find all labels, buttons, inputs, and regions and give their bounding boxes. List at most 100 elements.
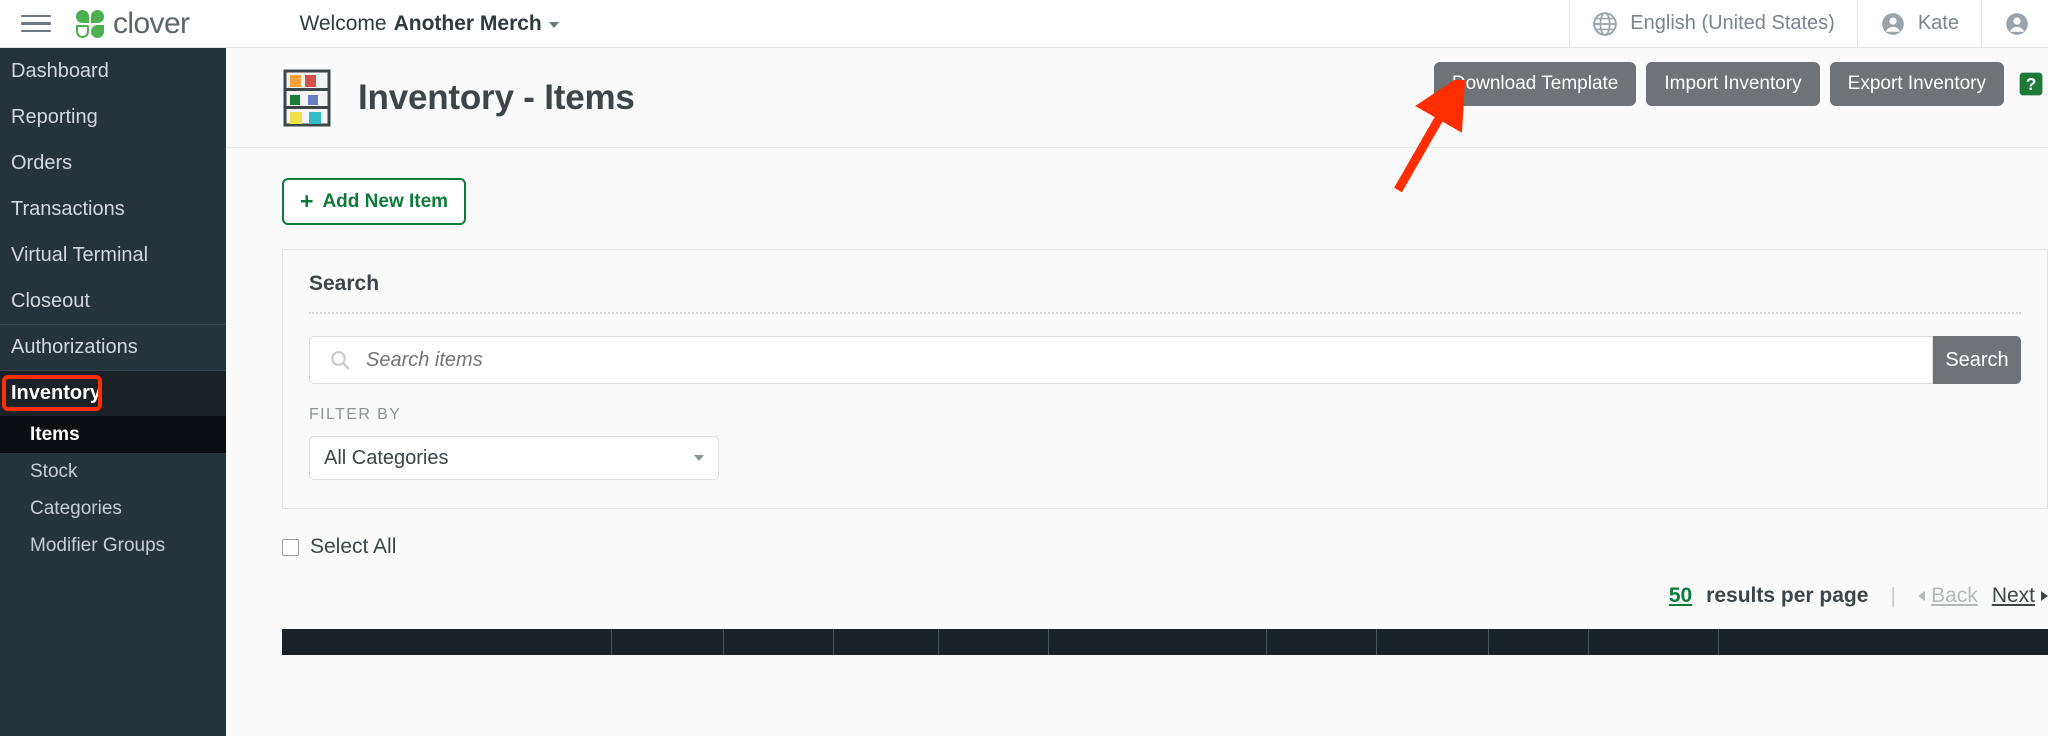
category-filter-value: All Categories bbox=[324, 447, 694, 470]
table-header-cell bbox=[1049, 629, 1267, 655]
plus-icon: + bbox=[300, 190, 313, 213]
sidebar-subitem-categories[interactable]: Categories bbox=[0, 490, 226, 527]
sidebar-item-label: Orders bbox=[11, 152, 72, 175]
sidebar-item-dashboard[interactable]: Dashboard bbox=[0, 48, 226, 94]
search-input[interactable] bbox=[366, 349, 1932, 372]
sidebar-item-label: Virtual Terminal bbox=[11, 244, 148, 267]
hamburger-bar bbox=[21, 22, 51, 25]
pagination-divider: | bbox=[1890, 583, 1896, 609]
language-label: English (United States) bbox=[1630, 12, 1835, 35]
clover-leaf bbox=[76, 10, 89, 23]
clover-leaf bbox=[91, 10, 104, 23]
chevron-down-icon bbox=[549, 22, 559, 28]
pagination-next-label: Next bbox=[1992, 584, 2035, 608]
table-header-cell bbox=[1267, 629, 1377, 655]
clover-logo[interactable]: clover bbox=[76, 7, 189, 41]
sidebar-item-label: Closeout bbox=[11, 290, 90, 313]
merchant-switcher[interactable]: Welcome Another Merch bbox=[299, 12, 558, 36]
items-table-header bbox=[282, 629, 2048, 655]
add-new-item-button[interactable]: + Add New Item bbox=[282, 178, 466, 225]
table-header-cell bbox=[612, 629, 724, 655]
globe-icon bbox=[1592, 11, 1618, 37]
chevron-left-icon bbox=[1918, 591, 1925, 601]
filter-by-label: FILTER BY bbox=[309, 406, 2021, 424]
panel-divider bbox=[309, 312, 2021, 314]
sidebar-item-closeout[interactable]: Closeout bbox=[0, 278, 226, 324]
language-selector[interactable]: English (United States) bbox=[1569, 0, 1857, 48]
export-inventory-button[interactable]: Export Inventory bbox=[1830, 62, 2004, 106]
clover-leaf bbox=[91, 25, 104, 38]
search-panel-title: Search bbox=[309, 272, 2021, 296]
pagination-back-label: Back bbox=[1931, 584, 1978, 608]
pagination-controls: 50 results per page | Back Next bbox=[282, 583, 2048, 609]
person-circle-icon bbox=[2004, 11, 2030, 37]
sidebar-subitem-label: Categories bbox=[30, 498, 122, 520]
sidebar-subitem-modifier-groups[interactable]: Modifier Groups bbox=[0, 527, 226, 564]
page-body: + Add New Item Search Search FI bbox=[226, 148, 2048, 655]
sidebar-item-inventory[interactable]: Inventory bbox=[0, 370, 226, 416]
sidebar-item-virtual-terminal[interactable]: Virtual Terminal bbox=[0, 232, 226, 278]
page-header: Inventory - Items Download Template Impo… bbox=[226, 48, 2048, 148]
results-per-page-label: results per page bbox=[1706, 584, 1868, 608]
sidebar-item-orders[interactable]: Orders bbox=[0, 140, 226, 186]
page-header-actions: Download Template Import Inventory Expor… bbox=[1434, 62, 2044, 106]
search-icon bbox=[328, 348, 352, 372]
pagination-back-button: Back bbox=[1918, 584, 1978, 608]
sidebar-navigation: Dashboard Reporting Orders Transactions … bbox=[0, 48, 226, 736]
table-header-cell bbox=[1377, 629, 1489, 655]
clover-leaf bbox=[76, 25, 89, 38]
select-all-label: Select All bbox=[310, 535, 396, 559]
sidebar-item-label: Authorizations bbox=[11, 336, 138, 359]
page-title: Inventory - Items bbox=[358, 78, 635, 118]
clover-wordmark: clover bbox=[113, 7, 189, 41]
search-input-wrapper[interactable] bbox=[309, 336, 1933, 384]
table-header-cell bbox=[724, 629, 834, 655]
svg-text:?: ? bbox=[2026, 74, 2037, 94]
category-filter-select[interactable]: All Categories bbox=[309, 436, 719, 480]
sidebar-item-label: Reporting bbox=[11, 106, 98, 129]
hamburger-bar bbox=[21, 15, 51, 18]
sidebar-item-reporting[interactable]: Reporting bbox=[0, 94, 226, 140]
top-navigation-bar: clover Welcome Another Merch English (Un… bbox=[0, 0, 2048, 48]
search-row: Search bbox=[309, 336, 2021, 384]
table-header-cell bbox=[834, 629, 939, 655]
download-template-button[interactable]: Download Template bbox=[1434, 62, 1637, 106]
table-header-cell bbox=[282, 629, 612, 655]
select-all-row: Select All bbox=[282, 535, 2048, 559]
sidebar-item-transactions[interactable]: Transactions bbox=[0, 186, 226, 232]
sidebar-item-label: Inventory bbox=[11, 382, 101, 405]
clover-logo-icon bbox=[76, 9, 106, 39]
person-icon bbox=[1880, 11, 1906, 37]
user-name: Kate bbox=[1918, 12, 1959, 35]
search-panel: Search Search FILTER BY All Categories bbox=[282, 249, 2048, 509]
main-content: Inventory - Items Download Template Impo… bbox=[226, 48, 2048, 736]
welcome-prefix: Welcome bbox=[299, 12, 386, 36]
shelf-icon bbox=[282, 69, 332, 127]
sidebar-subitem-label: Items bbox=[30, 424, 80, 446]
sidebar-item-label: Transactions bbox=[11, 198, 125, 221]
select-all-checkbox[interactable] bbox=[282, 539, 299, 556]
table-header-cell bbox=[1589, 629, 1719, 655]
help-menu[interactable] bbox=[1981, 0, 2048, 48]
pagination-next-button[interactable]: Next bbox=[1992, 584, 2048, 608]
sidebar-item-label: Dashboard bbox=[11, 60, 109, 83]
app-root: clover Welcome Another Merch English (Un… bbox=[0, 0, 2048, 736]
import-inventory-button[interactable]: Import Inventory bbox=[1646, 62, 1819, 106]
sidebar-subitem-items[interactable]: Items bbox=[0, 416, 226, 453]
add-new-item-label: Add New Item bbox=[322, 191, 448, 213]
user-menu[interactable]: Kate bbox=[1857, 0, 1981, 48]
table-header-cell bbox=[1489, 629, 1589, 655]
results-per-page-value[interactable]: 50 bbox=[1669, 584, 1692, 608]
table-header-cell bbox=[939, 629, 1049, 655]
search-submit-button[interactable]: Search bbox=[1933, 336, 2021, 384]
sidebar-subitem-stock[interactable]: Stock bbox=[0, 453, 226, 490]
hamburger-bar bbox=[21, 30, 51, 33]
sidebar-subitem-label: Stock bbox=[30, 461, 78, 483]
top-bar-right-group: English (United States) Kate bbox=[1569, 0, 2048, 48]
sidebar-item-authorizations[interactable]: Authorizations bbox=[0, 324, 226, 370]
hamburger-menu-icon[interactable] bbox=[0, 0, 72, 48]
chevron-right-icon bbox=[2041, 591, 2048, 601]
merchant-name: Another Merch bbox=[394, 12, 542, 36]
chevron-down-icon bbox=[694, 455, 704, 461]
help-icon[interactable]: ? bbox=[2018, 71, 2044, 97]
